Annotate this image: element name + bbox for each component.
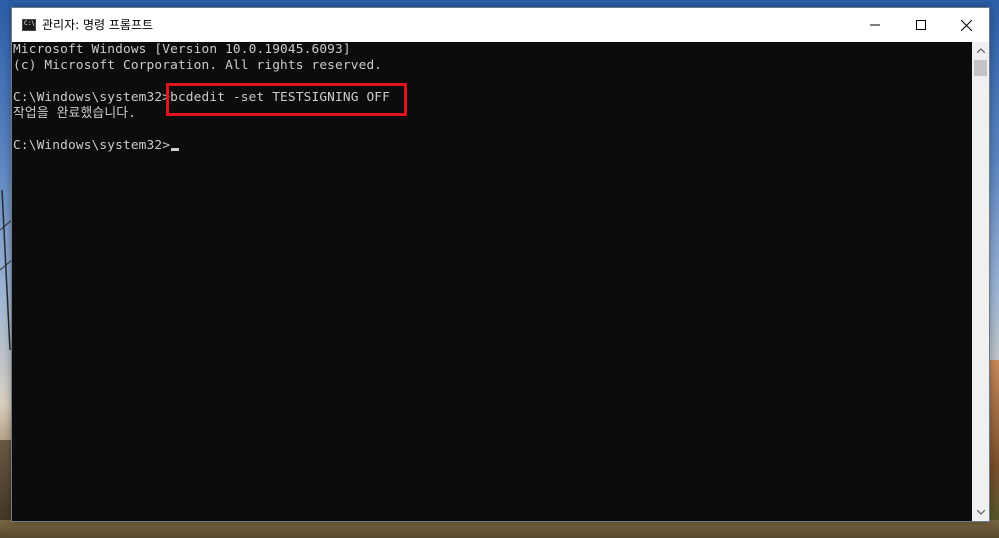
cmd-icon-label: C:\ — [24, 20, 35, 27]
text-cursor — [171, 148, 180, 151]
command-highlight-box — [166, 83, 407, 116]
console-line: Microsoft Windows [Version 10.0.19045.60… — [13, 42, 351, 57]
minimize-button[interactable] — [852, 8, 898, 42]
scroll-down-arrow-icon — [976, 510, 985, 515]
title-bar[interactable]: C:\ 관리자: 명령 프롬프트 — [12, 8, 989, 42]
command-prompt-window[interactable]: C:\ 관리자: 명령 프롬프트 Microsoft Windows [Vers… — [11, 7, 990, 522]
maximize-icon — [916, 20, 926, 30]
console-prompt-line[interactable]: C:\Windows\system32> — [13, 138, 180, 154]
console-result-line: 작업을 완료했습니다. — [13, 106, 137, 121]
close-icon — [960, 19, 972, 31]
console-output[interactable]: Microsoft Windows [Version 10.0.19045.60… — [12, 42, 972, 521]
vertical-scrollbar[interactable] — [972, 42, 989, 521]
console-line: (c) Microsoft Corporation. All rights re… — [13, 58, 383, 73]
scroll-down-button[interactable] — [972, 504, 989, 521]
cmd-icon[interactable]: C:\ — [22, 19, 36, 31]
console-prompt: C:\Windows\system32> — [13, 138, 171, 153]
wallpaper-ground — [0, 520, 999, 538]
scroll-up-arrow-icon — [976, 48, 985, 53]
window-title: 관리자: 명령 프롬프트 — [42, 18, 154, 32]
close-button[interactable] — [943, 8, 989, 42]
minimize-icon — [870, 24, 880, 26]
scroll-up-button[interactable] — [972, 42, 989, 59]
maximize-button[interactable] — [898, 8, 944, 42]
scroll-thumb[interactable] — [974, 60, 987, 76]
